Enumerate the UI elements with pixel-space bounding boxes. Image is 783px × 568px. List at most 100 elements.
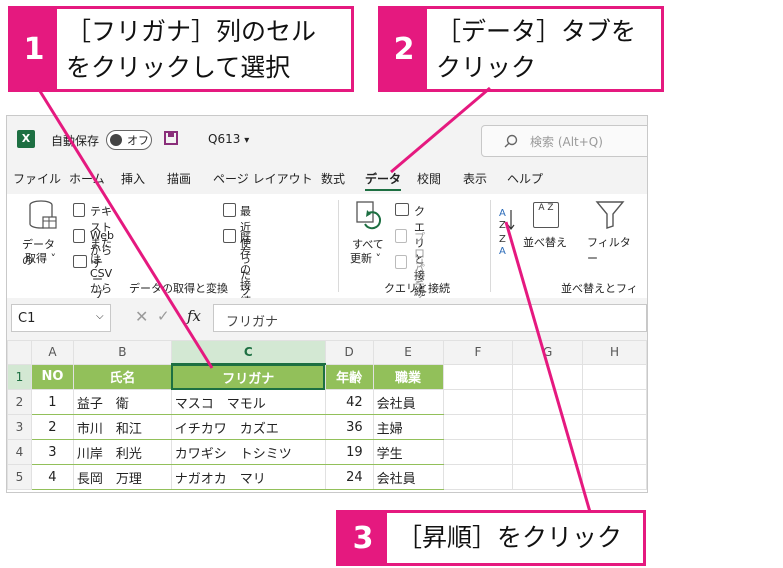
tab-page-layout[interactable]: ページ レイアウト (213, 170, 313, 187)
web-icon (73, 229, 85, 243)
search-input[interactable]: 検索 (Alt+Q) (481, 125, 647, 157)
table-row: 2 1 益子 衛 マスコ マモル 42 会社員 (7, 389, 647, 415)
cell[interactable]: 学生 (372, 439, 444, 465)
select-all-corner[interactable] (7, 340, 32, 365)
ribbon: データの 取得 ˅ テキストまたは CSV から Web から テーブルまたは範… (7, 194, 647, 430)
cell[interactable]: 益子 衛 (72, 389, 172, 415)
filter-button[interactable]: フィルター (585, 200, 637, 272)
cell[interactable] (582, 414, 647, 440)
cell[interactable]: 会社員 (372, 389, 444, 415)
cell[interactable]: 氏名 (72, 363, 172, 390)
cell[interactable] (442, 464, 514, 490)
tab-file[interactable]: ファイル (13, 170, 61, 187)
ribbon-tabs: ファイル ホーム 挿入 描画 ページ レイアウト 数式 データ 校閲 表示 ヘル… (7, 164, 647, 194)
callout-2-line1: ［データ］タブを (436, 17, 637, 46)
filter-label: フィルター (587, 236, 631, 265)
cell[interactable]: 市川 和江 (72, 414, 172, 440)
cell[interactable]: 3 (30, 439, 74, 465)
svg-text:A: A (499, 208, 506, 219)
row-header[interactable]: 3 (7, 414, 32, 440)
cell[interactable] (442, 363, 514, 390)
formula-input[interactable]: フリガナ (213, 304, 647, 332)
cell[interactable] (582, 363, 647, 390)
cell[interactable]: ナガオカ マリ (170, 464, 326, 490)
cell[interactable]: マスコ マモル (170, 389, 326, 415)
cell[interactable] (442, 414, 514, 440)
row-header[interactable]: 2 (7, 389, 32, 415)
get-data-button[interactable]: データの 取得 ˅ (21, 200, 65, 272)
name-box[interactable]: C1 ⌵ (11, 304, 111, 332)
cell[interactable] (582, 464, 647, 490)
database-icon (29, 200, 57, 229)
cell[interactable] (512, 464, 584, 490)
column-header[interactable]: E (372, 340, 444, 365)
svg-text:A: A (499, 246, 506, 257)
column-header-selected[interactable]: C (170, 340, 326, 365)
cancel-icon: ✕ (135, 307, 149, 326)
callout-1-line2: をクリックして選択 (66, 53, 291, 82)
row-header[interactable]: 1 (7, 363, 32, 390)
tab-insert[interactable]: 挿入 (121, 170, 145, 187)
cell[interactable] (582, 439, 647, 465)
cell[interactable]: 24 (324, 464, 374, 490)
insert-function-icon[interactable]: fx (187, 307, 201, 325)
column-header[interactable]: F (442, 340, 514, 365)
column-header[interactable]: B (72, 340, 172, 365)
cell[interactable] (512, 439, 584, 465)
cell[interactable]: 1 (30, 389, 74, 415)
cell[interactable]: 主婦 (372, 414, 444, 440)
tab-draw[interactable]: 描画 (167, 170, 191, 187)
existing-connections-label: 既存の接続 (240, 231, 251, 308)
cell[interactable]: 42 (324, 389, 374, 415)
cell[interactable]: 2 (30, 414, 74, 440)
tab-help[interactable]: ヘルプ (507, 170, 543, 187)
tab-formulas[interactable]: 数式 (321, 170, 345, 187)
from-web-label: Web から (90, 229, 114, 257)
callout-3-text: ［昇順］をクリック (397, 523, 623, 552)
cell[interactable]: カワギシ トシミツ (170, 439, 326, 465)
cell[interactable] (512, 389, 584, 415)
sort-icon: A Z (533, 202, 559, 228)
autosave-toggle[interactable]: オフ (106, 130, 152, 150)
callout-3: 3 ［昇順］をクリック (336, 510, 646, 566)
sort-ascending-button[interactable]: A Z Z A (497, 204, 517, 258)
table-row: 3 2 市川 和江 イチカワ カズエ 36 主婦 (7, 414, 647, 440)
svg-text:Z: Z (499, 220, 506, 231)
column-header[interactable]: D (324, 340, 374, 365)
tab-view[interactable]: 表示 (463, 170, 487, 187)
tab-review[interactable]: 校閲 (417, 170, 441, 187)
row-header[interactable]: 4 (7, 439, 32, 465)
tab-home[interactable]: ホーム (69, 170, 105, 187)
edit-links-icon (395, 255, 407, 269)
column-header[interactable]: A (30, 340, 74, 365)
cell[interactable]: 川岸 利光 (72, 439, 172, 465)
cell[interactable] (582, 389, 647, 415)
group-label-get-transform: データの取得と変換 (129, 282, 228, 295)
refresh-all-button[interactable]: すべて 更新 ˅ (347, 200, 393, 272)
tab-data[interactable]: データ (365, 170, 402, 191)
save-icon[interactable] (164, 131, 178, 145)
cell[interactable]: 長岡 万理 (72, 464, 172, 490)
callout-2-line2: クリック (436, 53, 537, 82)
column-header[interactable]: G (512, 340, 584, 365)
sort-button[interactable]: A Z 並べ替え (523, 200, 569, 272)
cell[interactable] (442, 389, 514, 415)
cell[interactable] (512, 414, 584, 440)
filename-text: Q613 (208, 132, 241, 146)
cell[interactable]: 年齢 (324, 363, 374, 390)
cell[interactable]: イチカワ カズエ (170, 414, 326, 440)
cell[interactable] (442, 439, 514, 465)
column-header[interactable]: H (582, 340, 647, 365)
cell[interactable]: 19 (324, 439, 374, 465)
cell[interactable]: 36 (324, 414, 374, 440)
ribbon-separator (338, 200, 339, 292)
formula-bar: C1 ⌵ ✕ ✓ fx フリガナ (7, 298, 647, 340)
cell[interactable]: 4 (30, 464, 74, 490)
filename[interactable]: Q613 ▾ (208, 132, 249, 146)
cell[interactable]: 職業 (372, 363, 444, 390)
cell-selected[interactable]: フリガナ (170, 363, 326, 390)
row-header[interactable]: 5 (7, 464, 32, 490)
cell[interactable]: NO (30, 363, 74, 390)
cell[interactable] (512, 363, 584, 390)
cell[interactable]: 会社員 (372, 464, 444, 490)
